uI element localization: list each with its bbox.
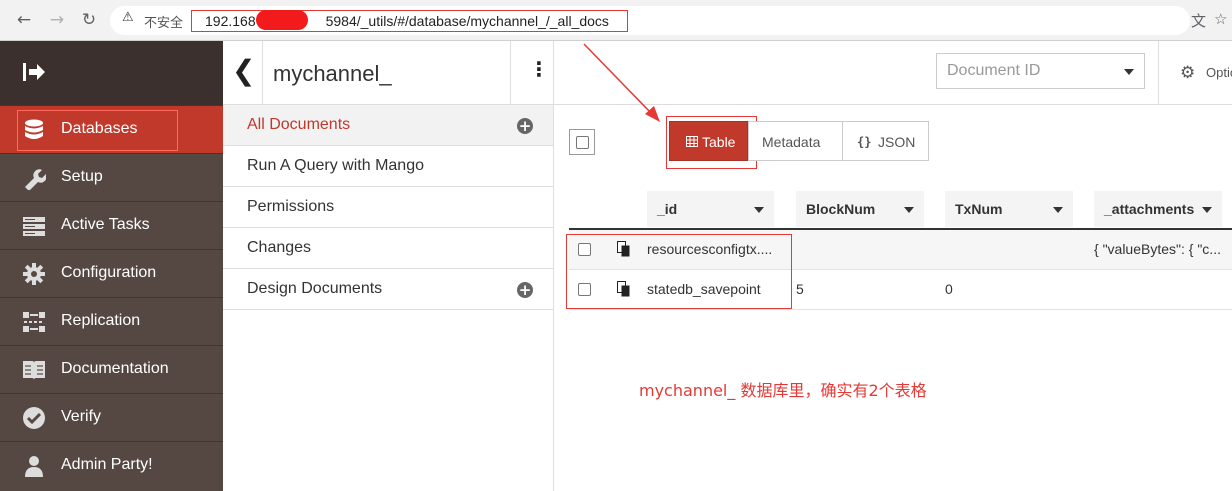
forward-arrow-icon[interactable]: → bbox=[47, 10, 67, 30]
database-menu: All Documents + Run A Query with Mango P… bbox=[223, 105, 554, 491]
url-prefix: 192.168 bbox=[205, 13, 256, 29]
database-menu-button[interactable]: ⋮ bbox=[510, 41, 554, 104]
sidebar-header bbox=[0, 41, 223, 105]
json-view-button[interactable]: {} JSON bbox=[842, 121, 929, 161]
metadata-view-label: Metadata bbox=[762, 134, 821, 150]
logout-icon[interactable] bbox=[22, 61, 46, 83]
chevron-down-icon[interactable] bbox=[904, 207, 914, 213]
browser-toolbar: ← → ↻ ⚠ 不安全 192.168 5984/_utils/#/databas… bbox=[0, 0, 1232, 41]
table-view-label: Table bbox=[702, 134, 736, 150]
check-circle-icon bbox=[23, 407, 45, 429]
document-id-select[interactable]: Document ID bbox=[936, 53, 1145, 89]
cell-attachments: { "valueBytes": { "c... bbox=[1094, 241, 1221, 257]
book-icon bbox=[23, 361, 45, 380]
menu-item-label: Run A Query with Mango bbox=[247, 157, 424, 174]
add-document-icon[interactable]: + bbox=[517, 118, 533, 134]
sidebar-item-label: Replication bbox=[61, 312, 141, 329]
menu-item-all-documents[interactable]: All Documents + bbox=[223, 105, 553, 146]
cell-blocknum: 5 bbox=[796, 281, 804, 297]
column-header-id[interactable]: _id bbox=[647, 191, 774, 227]
documents-header: Document ID ⚙ Optio bbox=[554, 41, 1232, 105]
rows-highlight-box bbox=[566, 234, 792, 309]
table-icon bbox=[686, 136, 698, 147]
reload-icon[interactable]: ↻ bbox=[79, 10, 99, 30]
address-bar[interactable]: ⚠ 不安全 192.168 5984/_utils/#/database/mych… bbox=[110, 6, 1190, 35]
sidebar-item-label: Verify bbox=[61, 408, 102, 425]
select-all-checkbox[interactable] bbox=[576, 136, 589, 149]
sidebar: Databases Setup Active Tasks Configurati… bbox=[0, 41, 223, 491]
tasks-icon bbox=[23, 217, 45, 236]
menu-item-mango-query[interactable]: Run A Query with Mango bbox=[223, 146, 553, 187]
column-header-label: TxNum bbox=[955, 201, 1003, 217]
column-header-blocknum[interactable]: BlockNum bbox=[796, 191, 924, 227]
json-view-label: JSON bbox=[878, 134, 916, 150]
cell-txnum: 0 bbox=[945, 281, 953, 297]
sidebar-item-label: Documentation bbox=[61, 360, 169, 377]
database-title: mychannel_ bbox=[273, 61, 392, 86]
sidebar-item-verify[interactable]: Verify bbox=[0, 393, 223, 441]
select-all-box[interactable] bbox=[569, 129, 595, 155]
sidebar-item-label: Configuration bbox=[61, 264, 157, 281]
replication-icon bbox=[23, 312, 45, 332]
menu-item-design-documents[interactable]: Design Documents + bbox=[223, 269, 553, 310]
column-header-txnum[interactable]: TxNum bbox=[945, 191, 1073, 227]
database-header: ❮ mychannel_ ⋮ bbox=[223, 41, 554, 105]
back-arrow-icon[interactable]: ← bbox=[14, 10, 34, 30]
sidebar-item-databases[interactable]: Databases bbox=[0, 105, 223, 153]
column-header-label: BlockNum bbox=[806, 201, 876, 217]
sidebar-item-label: Admin Party! bbox=[61, 456, 153, 473]
column-header-label: _attachments bbox=[1104, 201, 1195, 217]
chevron-down-icon[interactable] bbox=[754, 207, 764, 213]
star-icon[interactable]: ☆ bbox=[1214, 10, 1227, 28]
sidebar-item-configuration[interactable]: Configuration bbox=[0, 249, 223, 297]
metadata-view-button[interactable]: Metadata bbox=[748, 121, 843, 161]
column-header-label: _id bbox=[657, 201, 678, 217]
sidebar-item-setup[interactable]: Setup bbox=[0, 153, 223, 201]
menu-item-label: Changes bbox=[247, 239, 312, 256]
wrench-icon bbox=[25, 169, 46, 190]
sidebar-item-replication[interactable]: Replication bbox=[0, 297, 223, 345]
menu-item-label: All Documents bbox=[247, 116, 351, 133]
translate-icon[interactable]: 文 bbox=[1191, 10, 1206, 31]
chevron-left-icon: ❮ bbox=[232, 54, 256, 87]
kebab-icon: ⋮ bbox=[529, 57, 549, 81]
databases-highlight-box bbox=[17, 110, 178, 151]
sidebar-item-active-tasks[interactable]: Active Tasks bbox=[0, 201, 223, 249]
sidebar-item-label: Setup bbox=[61, 168, 103, 185]
divider bbox=[1158, 41, 1159, 104]
sidebar-item-documentation[interactable]: Documentation bbox=[0, 345, 223, 393]
warning-icon: ⚠ bbox=[122, 10, 134, 25]
chevron-down-icon bbox=[1124, 69, 1134, 75]
user-icon bbox=[25, 456, 43, 477]
url-highlight-box: 192.168 5984/_utils/#/database/mychannel_… bbox=[191, 10, 628, 32]
documents-panel: Table Metadata {} JSON _id BlockNum TxNu… bbox=[554, 105, 1232, 491]
chevron-down-icon[interactable] bbox=[1202, 207, 1212, 213]
braces-icon: {} bbox=[857, 135, 872, 149]
chevron-down-icon[interactable] bbox=[1053, 207, 1063, 213]
annotation-note: mychannel_ 数据库里，确实有2个表格 bbox=[639, 381, 927, 400]
menu-item-permissions[interactable]: Permissions bbox=[223, 187, 553, 228]
options-button[interactable]: Optio bbox=[1206, 65, 1232, 80]
gears-icon[interactable]: ⚙ bbox=[1180, 63, 1195, 83]
gear-icon bbox=[23, 263, 45, 285]
menu-item-label: Design Documents bbox=[247, 280, 383, 297]
url-suffix: 5984/_utils/#/database/mychannel_/_all_d… bbox=[325, 13, 609, 29]
column-header-attachments[interactable]: _attachments bbox=[1094, 191, 1222, 227]
add-design-doc-icon[interactable]: + bbox=[517, 282, 533, 298]
sidebar-item-label: Active Tasks bbox=[61, 216, 150, 233]
document-id-placeholder: Document ID bbox=[947, 62, 1041, 79]
sidebar-item-admin-party[interactable]: Admin Party! bbox=[0, 441, 223, 489]
menu-item-label: Permissions bbox=[247, 198, 335, 215]
insecure-label: 不安全 bbox=[144, 16, 184, 31]
table-view-button[interactable]: Table bbox=[669, 121, 748, 161]
redaction-mark bbox=[256, 10, 308, 30]
menu-item-changes[interactable]: Changes bbox=[223, 228, 553, 269]
back-button[interactable]: ❮ bbox=[223, 41, 263, 104]
